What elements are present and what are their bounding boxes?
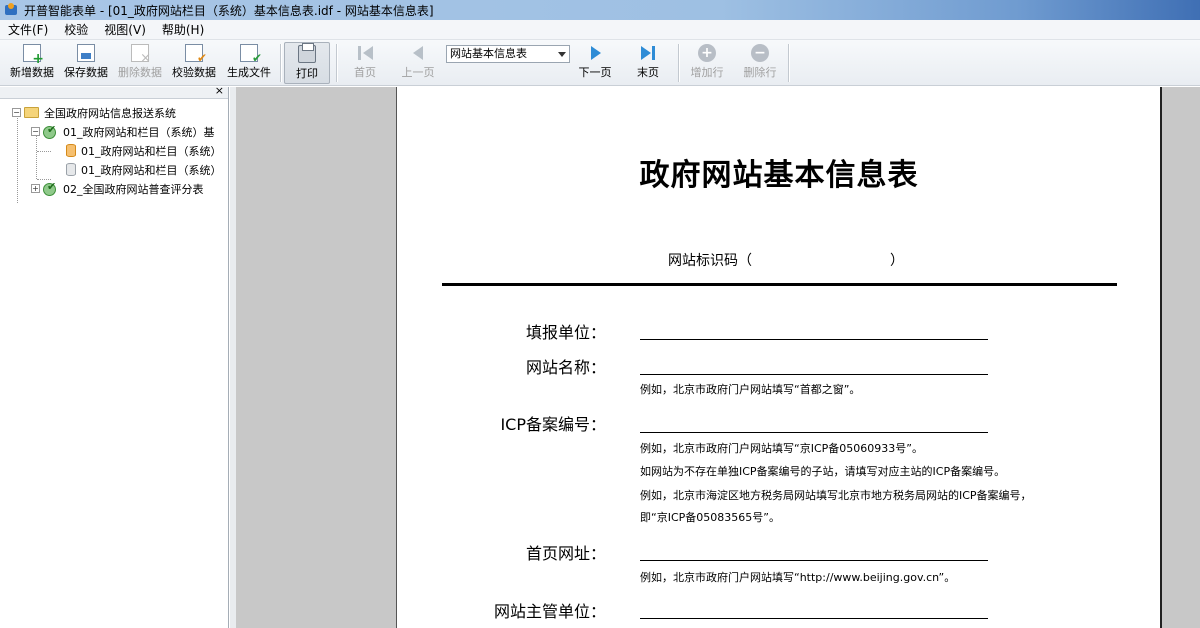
- site-name-label: 网站名称：: [525, 358, 606, 377]
- icp-input-line[interactable]: [640, 432, 988, 433]
- validate-icon: [185, 44, 207, 65]
- tree-node-root[interactable]: − 全国政府网站信息报送系统: [0, 103, 228, 122]
- tree-node-02[interactable]: + 02_全国政府网站普查评分表: [0, 179, 228, 198]
- sheet-icon: [66, 163, 76, 176]
- menu-validate[interactable]: 校验: [56, 20, 96, 40]
- page-title: 政府网站基本信息表: [639, 158, 919, 193]
- menu-bar: 文件(F) 校验 视图(V) 帮助(H): [0, 20, 1200, 40]
- checked-form-icon: [43, 123, 58, 139]
- first-page-icon: [356, 44, 374, 62]
- last-page-button[interactable]: 末页: [628, 42, 668, 84]
- site-id-prefix: 网站标识码（: [668, 253, 752, 269]
- save-icon: [77, 44, 95, 62]
- sheet-select-value: 网站基本信息表: [450, 47, 527, 60]
- new-data-button[interactable]: 新增数据: [6, 42, 58, 84]
- first-page-label: 首页: [354, 66, 376, 79]
- form-tree: − 全国政府网站信息报送系统 − 01_政府网站和栏目（系统）基 01_政府网站…: [0, 99, 228, 203]
- generate-file-label: 生成文件: [227, 66, 271, 79]
- icp-note: 例如，北京市海淀区地方税务局网站填写北京市地方税务局网站的ICP备案编号，: [640, 489, 1032, 502]
- site-id-suffix: ）: [890, 253, 904, 269]
- toolbar-separator: [336, 44, 337, 82]
- unit-input-line[interactable]: [640, 339, 988, 340]
- new-document-icon: [23, 44, 44, 67]
- delete-document-icon: [131, 44, 151, 66]
- toolbar-separator: [788, 44, 789, 82]
- prev-page-button[interactable]: 上一页: [396, 42, 440, 84]
- printer-icon: [298, 43, 316, 63]
- delete-data-label: 删除数据: [118, 66, 162, 79]
- add-row-label: 增加行: [690, 66, 724, 79]
- header-rule: [442, 283, 1117, 286]
- icp-note: 即“京ICP备05083565号”。: [640, 511, 780, 524]
- last-page-icon: [639, 44, 657, 62]
- tree-node-label: 01_政府网站和栏目（系统）: [81, 144, 222, 158]
- toolbar-separator: [678, 44, 679, 82]
- folder-icon: [24, 107, 39, 118]
- toolbar-separator: [280, 44, 281, 82]
- next-page-label: 下一页: [578, 66, 612, 79]
- first-page-button[interactable]: 首页: [344, 42, 386, 84]
- menu-help[interactable]: 帮助(H): [154, 20, 212, 40]
- prev-page-icon: [409, 44, 427, 62]
- chevron-down-icon[interactable]: [558, 52, 566, 57]
- supervisor-input-line[interactable]: [640, 618, 988, 619]
- print-button[interactable]: 打印: [284, 42, 330, 84]
- generate-file-icon: [240, 44, 262, 65]
- tree-node-label: 01_政府网站和栏目（系统）: [81, 163, 222, 177]
- icp-label: ICP备案编号：: [500, 415, 606, 434]
- prev-page-label: 上一页: [401, 66, 435, 79]
- tree-node-label: 01_政府网站和栏目（系统）基: [63, 125, 215, 139]
- sheet-select[interactable]: 网站基本信息表: [446, 45, 570, 63]
- plus-circle-icon: +: [698, 44, 716, 62]
- generate-file-button[interactable]: 生成文件: [222, 42, 276, 84]
- delete-row-label: 删除行: [743, 66, 777, 79]
- next-page-icon: [586, 44, 604, 62]
- tree-node-01[interactable]: − 01_政府网站和栏目（系统）基: [0, 122, 228, 141]
- icp-note: 如网站为不存在单独ICP备案编号的子站，请填写对应主站的ICP备案编号。: [640, 465, 1006, 478]
- collapse-icon[interactable]: −: [31, 127, 40, 136]
- tree-node-01-sheet-1[interactable]: 01_政府网站和栏目（系统）: [0, 141, 228, 160]
- app-icon: [4, 3, 18, 17]
- save-data-label: 保存数据: [64, 66, 108, 79]
- save-data-button[interactable]: 保存数据: [60, 42, 112, 84]
- homepage-label: 首页网址：: [525, 544, 606, 563]
- window-title: 开普智能表单 - [01_政府网站栏目（系统）基本信息表.idf - 网站基本信…: [24, 3, 434, 18]
- sheet-icon: [66, 144, 76, 157]
- checked-form-icon: [43, 180, 58, 196]
- site-name-note: 例如，北京市政府门户网站填写“首都之窗”。: [640, 383, 861, 396]
- homepage-input-line[interactable]: [640, 560, 988, 561]
- unit-label: 填报单位：: [525, 323, 606, 342]
- panel-header: ×: [0, 84, 228, 99]
- menu-view[interactable]: 视图(V): [96, 20, 154, 40]
- delete-row-button[interactable]: − 删除行: [736, 42, 784, 84]
- navigation-panel: × − 全国政府网站信息报送系统 − 01_政府网站和栏目（系统）基 01_政府…: [0, 84, 229, 628]
- validate-data-button[interactable]: 校验数据: [168, 42, 220, 84]
- tree-node-label: 02_全国政府网站普查评分表: [63, 182, 204, 196]
- print-label: 打印: [296, 67, 318, 80]
- site-name-input-line[interactable]: [640, 374, 988, 375]
- tree-node-01-sheet-2[interactable]: 01_政府网站和栏目（系统）: [0, 160, 228, 179]
- next-page-button[interactable]: 下一页: [572, 42, 618, 84]
- icp-note: 例如，北京市政府门户网站填写“京ICP备05060933号”。: [640, 442, 923, 455]
- close-icon[interactable]: ×: [215, 84, 224, 97]
- title-bar: 开普智能表单 - [01_政府网站栏目（系统）基本信息表.idf - 网站基本信…: [0, 0, 1200, 20]
- last-page-label: 末页: [637, 66, 659, 79]
- menu-file[interactable]: 文件(F): [0, 20, 56, 40]
- toolbar: 新增数据 保存数据 删除数据 校验数据 生成文件 打印 首页 上一页 网站基本信…: [0, 40, 1200, 86]
- supervisor-label: 网站主管单位：: [493, 602, 606, 621]
- expand-icon[interactable]: +: [31, 184, 40, 193]
- collapse-icon[interactable]: −: [12, 108, 21, 117]
- add-row-button[interactable]: + 增加行: [684, 42, 730, 84]
- delete-data-button[interactable]: 删除数据: [114, 42, 166, 84]
- homepage-note: 例如，北京市政府门户网站填写“http://www.beijing.gov.cn…: [640, 571, 956, 584]
- validate-data-label: 校验数据: [172, 66, 216, 79]
- minus-circle-icon: −: [751, 44, 769, 62]
- tree-node-label: 全国政府网站信息报送系统: [44, 106, 176, 120]
